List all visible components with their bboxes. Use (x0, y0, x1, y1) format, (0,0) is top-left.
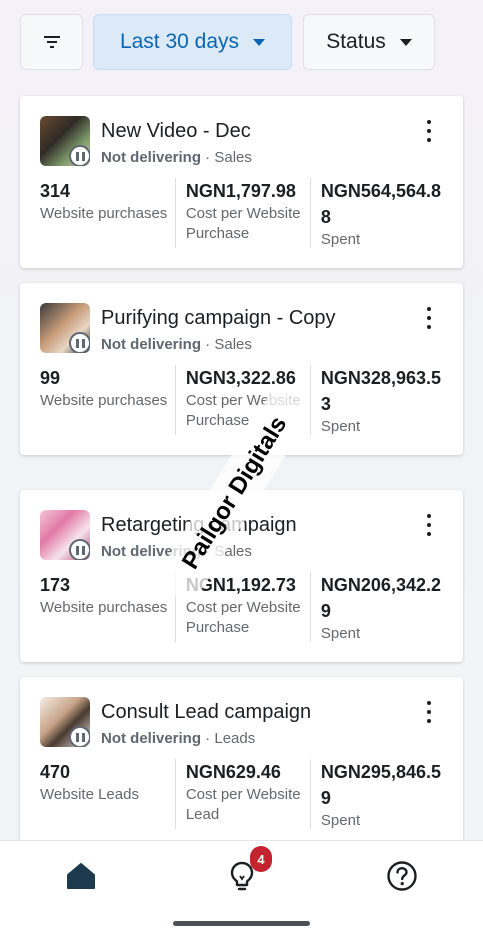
campaign-objective: Leads (214, 730, 256, 747)
metric-results: 314 Website purchases (40, 178, 175, 248)
date-range-label: Last 30 days (119, 30, 240, 53)
date-range-dropdown[interactable]: Last 30 days (93, 14, 292, 70)
campaign-metrics: 99 Website purchases NGN3,322.86 Cost pe… (40, 365, 445, 435)
filter-lines-icon (43, 36, 60, 48)
bottom-nav: 4 (0, 840, 483, 938)
campaign-card[interactable]: Consult Lead campaign Not delivering · L… (20, 677, 463, 849)
campaign-card[interactable]: New Video - Dec Not delivering · Sales 3… (20, 96, 463, 268)
metric-label: Spent (320, 625, 361, 642)
delivery-status: Not delivering (101, 336, 202, 353)
metric-label: Spent (320, 418, 361, 435)
campaign-objective: Sales (214, 336, 252, 353)
metric-value: NGN295,846.59 (320, 762, 441, 808)
metric-value: 470 (40, 762, 71, 782)
caret-down-icon (253, 38, 266, 46)
filter-bar: Last 30 days Status (20, 14, 463, 70)
home-indicator-bar[interactable] (173, 921, 310, 926)
metric-value: 314 (40, 181, 71, 201)
metric-value: NGN206,342.29 (320, 575, 441, 621)
metric-results: 99 Website purchases (40, 365, 175, 435)
metric-spent: NGN328,963.53 Spent (309, 365, 445, 435)
more-options-icon[interactable] (419, 307, 439, 329)
help-circle-icon[interactable] (385, 859, 419, 893)
delivery-status: Not delivering (101, 149, 202, 166)
notification-badge: 4 (250, 846, 272, 872)
campaign-status-line: Not delivering · Sales (101, 149, 252, 166)
status-dropdown[interactable]: Status (303, 14, 435, 70)
metric-label: Cost per Website Purchase (185, 599, 301, 636)
campaign-metrics: 173 Website purchases NGN1,192.73 Cost p… (40, 572, 445, 642)
metric-spent: NGN206,342.29 Spent (309, 572, 445, 642)
caret-down-icon (399, 38, 412, 46)
metric-cost-per-result: NGN1,797.98 Cost per Website Purchase (174, 178, 310, 248)
metric-results: 470 Website Leads (40, 759, 175, 829)
campaign-objective: Sales (214, 149, 252, 166)
metric-spent: NGN295,846.59 Spent (309, 759, 445, 829)
metric-label: Website purchases (40, 205, 168, 222)
more-options-icon[interactable] (419, 514, 439, 536)
metric-value: 173 (40, 575, 71, 595)
metric-label: Website purchases (40, 599, 168, 616)
campaign-thumbnail (40, 510, 90, 560)
campaign-title: New Video - Dec (101, 120, 251, 142)
metric-value: 99 (40, 368, 61, 388)
campaign-card[interactable]: Purifying campaign - Copy Not delivering… (20, 283, 463, 455)
paused-icon (69, 332, 90, 353)
campaign-metrics: 314 Website purchases NGN1,797.98 Cost p… (40, 178, 445, 248)
campaign-title: Consult Lead campaign (101, 701, 312, 723)
more-options-icon[interactable] (419, 701, 439, 723)
filter-button[interactable] (20, 14, 83, 70)
metric-value: NGN629.46 (185, 762, 281, 782)
metric-cost-per-result: NGN629.46 Cost per Website Lead (174, 759, 310, 829)
metric-label: Spent (320, 231, 361, 248)
metric-spent: NGN564,564.88 Spent (309, 178, 445, 248)
delivery-status: Not delivering (101, 730, 202, 747)
campaign-thumbnail (40, 303, 90, 353)
paused-icon (69, 726, 90, 747)
campaign-thumbnail (40, 116, 90, 166)
metric-value: NGN1,797.98 (185, 181, 296, 201)
campaign-status-line: Not delivering · Sales (101, 336, 252, 353)
campaign-title: Purifying campaign - Copy (101, 307, 336, 329)
campaign-thumbnail (40, 697, 90, 747)
metric-value: NGN328,963.53 (320, 368, 441, 414)
metric-label: Spent (320, 812, 361, 829)
metric-results: 173 Website purchases (40, 572, 175, 642)
more-options-icon[interactable] (419, 120, 439, 142)
paused-icon (69, 539, 90, 560)
metric-label: Cost per Website Purchase (185, 205, 301, 242)
campaign-metrics: 470 Website Leads NGN629.46 Cost per Web… (40, 759, 445, 829)
campaign-status-line: Not delivering · Leads (101, 730, 256, 747)
paused-icon (69, 145, 90, 166)
metric-label: Website purchases (40, 392, 168, 409)
metric-label: Cost per Website Lead (185, 786, 301, 823)
metric-label: Website Leads (40, 786, 139, 803)
status-label: Status (326, 30, 386, 53)
metric-value: NGN564,564.88 (320, 181, 441, 227)
home-icon[interactable] (64, 859, 98, 893)
